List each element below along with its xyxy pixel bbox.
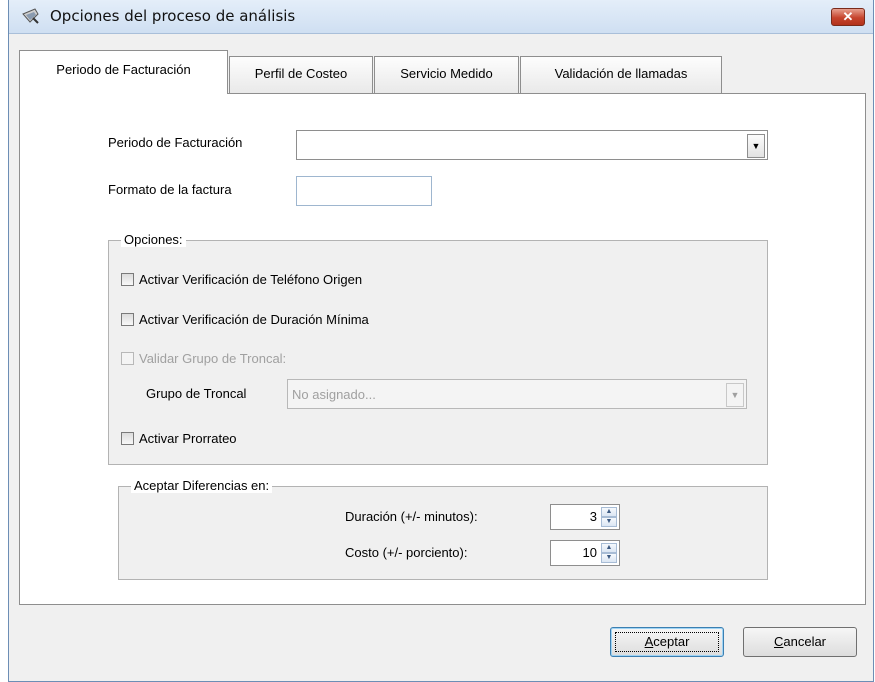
tab-call-validation[interactable]: Validación de llamadas <box>520 56 722 93</box>
arrow-down-icon[interactable]: ▼ <box>601 517 617 527</box>
min-duration-check[interactable]: Activar Verificación de Duración Mínima <box>121 312 369 327</box>
min-duration-label: Activar Verificación de Duración Mínima <box>139 312 369 327</box>
trunk-group-label: Grupo de Troncal <box>146 386 247 401</box>
chevron-down-icon[interactable]: ▼ <box>726 383 744 407</box>
cost-spin-buttons: ▲ ▼ <box>601 543 617 563</box>
arrow-down-icon[interactable]: ▼ <box>601 553 617 563</box>
cancel-mnemonic: C <box>773 634 784 649</box>
tab-metered-service[interactable]: Servicio Medido <box>374 56 519 93</box>
dialog-window: Opciones del proceso de análisis ✕ Perio… <box>8 0 874 682</box>
options-groupbox: Opciones: Activar Verificación de Teléfo… <box>108 232 768 465</box>
cost-spinner[interactable]: 10 ▲ ▼ <box>550 540 620 566</box>
tab-label: Periodo de Facturación <box>56 62 191 77</box>
arrow-up-icon[interactable]: ▲ <box>601 507 617 517</box>
differences-groupbox: Aceptar Diferencias en: Duración (+/- mi… <box>118 478 768 580</box>
cost-label: Costo (+/- porciento): <box>345 545 468 560</box>
duration-spin-buttons: ▲ ▼ <box>601 507 617 527</box>
checkbox-icon[interactable] <box>121 313 134 326</box>
duration-value: 3 <box>589 509 597 524</box>
title-bar[interactable]: Opciones del proceso de análisis ✕ <box>9 0 873 34</box>
differences-group-title: Aceptar Diferencias en: <box>131 478 273 493</box>
checkbox-icon[interactable] <box>121 432 134 445</box>
options-group-title: Opciones: <box>121 232 186 247</box>
origin-phone-check[interactable]: Activar Verificación de Teléfono Origen <box>121 272 362 287</box>
tab-panel-billing: Periodo de Facturación ▼ Formato de la f… <box>19 93 866 605</box>
trunk-group-check[interactable]: Validar Grupo de Troncal: <box>121 351 286 366</box>
process-settings-icon <box>21 6 41 26</box>
trunk-group-combo[interactable]: No asignado... ▼ <box>287 379 747 409</box>
billing-period-label: Periodo de Facturación <box>108 135 243 150</box>
tab-cost-profile[interactable]: Perfil de Costeo <box>229 56 373 93</box>
tab-label: Perfil de Costeo <box>254 66 348 81</box>
cancel-button[interactable]: Cancelar <box>743 627 857 657</box>
cost-value: 10 <box>582 545 597 560</box>
close-icon: ✕ <box>842 9 854 24</box>
arrow-up-icon[interactable]: ▲ <box>601 543 617 553</box>
trunk-group-value: No asignado... <box>292 387 376 402</box>
checkbox-icon[interactable] <box>121 352 134 365</box>
focus-rect <box>615 632 719 652</box>
invoice-format-label: Formato de la factura <box>108 182 232 197</box>
cancel-label: ancelar <box>783 634 827 649</box>
tab-billing-period[interactable]: Periodo de Facturación <box>19 50 228 94</box>
close-button[interactable]: ✕ <box>831 8 865 26</box>
billing-period-combo[interactable]: ▼ <box>296 130 768 160</box>
duration-label: Duración (+/- minutos): <box>345 509 478 524</box>
checkbox-icon[interactable] <box>121 273 134 286</box>
trunk-group-check-label: Validar Grupo de Troncal: <box>139 351 287 366</box>
tab-label: Validación de llamadas <box>554 66 688 81</box>
chevron-down-icon[interactable]: ▼ <box>747 134 765 158</box>
duration-spinner[interactable]: 3 ▲ ▼ <box>550 504 620 530</box>
tab-label: Servicio Medido <box>400 66 493 81</box>
proration-check[interactable]: Activar Prorrateo <box>121 431 237 446</box>
proration-label: Activar Prorrateo <box>139 431 237 446</box>
origin-phone-label: Activar Verificación de Teléfono Origen <box>139 272 363 287</box>
accept-button[interactable]: Aceptar <box>610 627 724 657</box>
invoice-format-field[interactable] <box>296 176 432 206</box>
window-title: Opciones del proceso de análisis <box>50 7 296 25</box>
